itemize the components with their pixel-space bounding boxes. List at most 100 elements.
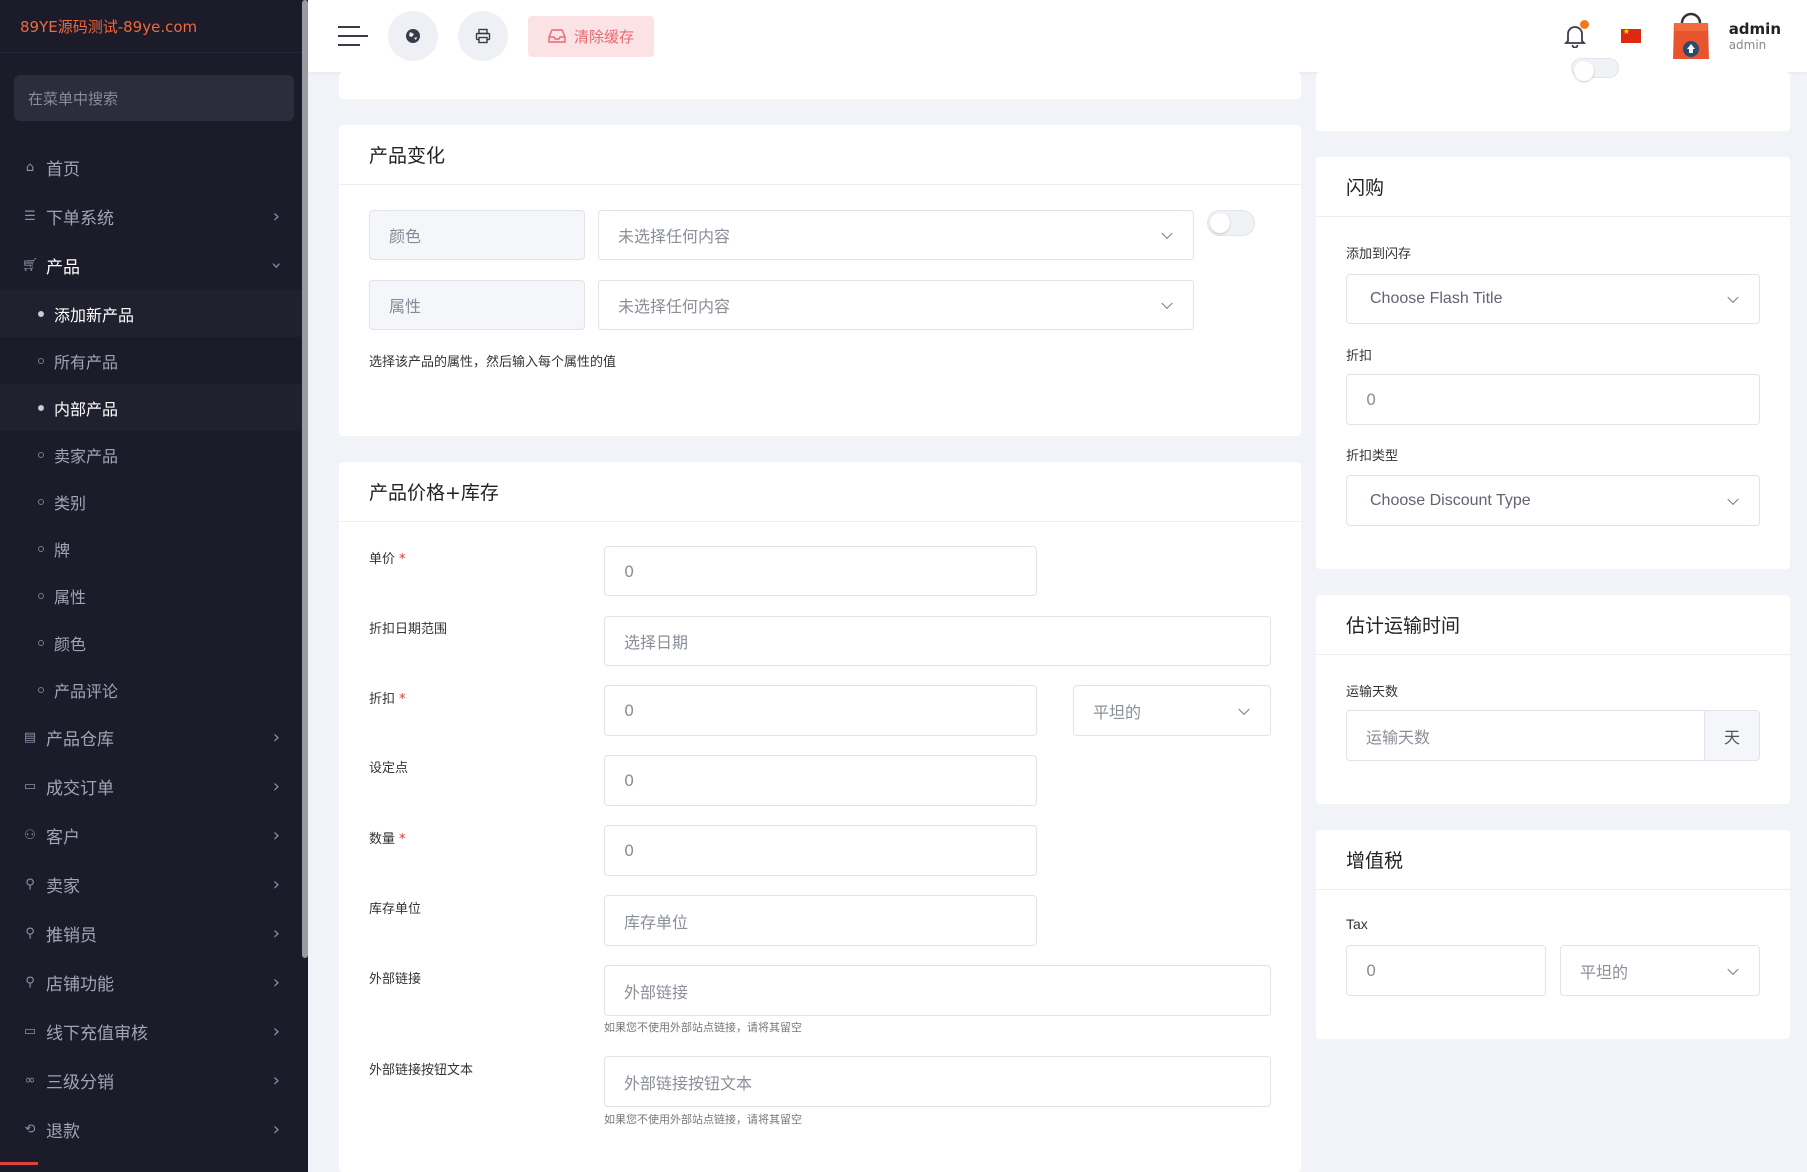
link-icon: ∞ bbox=[24, 1073, 36, 1088]
sidebar-item-label: 退款 bbox=[46, 1122, 80, 1142]
sidebar-subitem-brands[interactable]: 牌 bbox=[0, 525, 308, 572]
tax-input[interactable]: 0 bbox=[1346, 945, 1546, 996]
menu-search-input[interactable]: 在菜单中搜索 bbox=[14, 75, 294, 121]
bullet-icon bbox=[38, 451, 44, 458]
chevron-down-icon bbox=[1727, 963, 1739, 975]
unit-price-input[interactable]: 0 bbox=[604, 546, 1037, 596]
sidebar-item-shop-features[interactable]: ⚲ 店铺功能 › bbox=[0, 958, 308, 1007]
cart-icon: 🛒︎ bbox=[21, 258, 39, 273]
refund-icon: ⟲ bbox=[24, 1122, 36, 1137]
add-to-flash-label: 添加到闪存 bbox=[1346, 247, 1412, 262]
clear-cache-button[interactable]: 清除缓存 bbox=[528, 15, 655, 57]
sidebar-subitem-categories[interactable]: 类别 bbox=[0, 478, 308, 525]
corner-marker bbox=[0, 1162, 38, 1172]
external-link-help: 如果您不使用外部站点链接，请将其留空 bbox=[604, 1021, 802, 1034]
chevron-right-icon: › bbox=[272, 206, 280, 227]
bullet-icon bbox=[38, 404, 44, 411]
sidebar-item-label: 首页 bbox=[46, 160, 80, 180]
external-button-text-input[interactable]: 外部链接按钮文本 bbox=[604, 1056, 1271, 1107]
flash-title-placeholder: Choose Flash Title bbox=[1370, 290, 1503, 307]
chevron-right-icon: › bbox=[272, 825, 280, 846]
color-toggle[interactable] bbox=[1207, 210, 1255, 236]
color-select[interactable]: 未选择任何内容 bbox=[598, 210, 1194, 260]
menu-toggle-icon[interactable] bbox=[338, 26, 368, 46]
flash-discount-input[interactable]: 0 bbox=[1346, 374, 1760, 425]
external-link-input[interactable]: 外部链接 bbox=[604, 965, 1271, 1016]
sidebar-item-refunds[interactable]: ⟲ 退款 › bbox=[0, 1105, 308, 1154]
external-button-text-help: 如果您不使用外部站点链接，请将其留空 bbox=[604, 1113, 802, 1126]
user-icon: ⚲ bbox=[25, 926, 35, 941]
sku-input[interactable]: 库存单位 bbox=[604, 895, 1037, 946]
discount-type-select[interactable]: 平坦的 bbox=[1073, 685, 1271, 736]
bell-icon[interactable] bbox=[1561, 20, 1589, 50]
color-select-placeholder: 未选择任何内容 bbox=[618, 227, 731, 246]
setpoint-input[interactable]: 0 bbox=[604, 755, 1037, 806]
brand-logo[interactable]: 89YE源码测试-89ye.com bbox=[0, 0, 308, 53]
bullet-icon bbox=[38, 639, 44, 646]
sidebar-item-offline-recharge[interactable]: ▭ 线下充值审核 › bbox=[0, 1007, 308, 1056]
sidebar-item-customers[interactable]: ⚇ 客户 › bbox=[0, 811, 308, 860]
avatar[interactable] bbox=[1671, 11, 1711, 61]
sidebar-item-salesmen[interactable]: ⚲ 推销员 › bbox=[0, 909, 308, 958]
sidebar-subitem-colors[interactable]: 颜色 bbox=[0, 619, 308, 666]
card-title: 增值税 bbox=[1316, 830, 1790, 890]
sidebar-subitem-add-product[interactable]: 添加新产品 bbox=[0, 290, 308, 337]
flash-title-select[interactable]: Choose Flash Title bbox=[1346, 274, 1760, 324]
sidebar-item-products[interactable]: 🛒︎ 产品 › bbox=[0, 241, 308, 290]
bullet-icon bbox=[38, 310, 44, 317]
flash-sale-card: 闪购 添加到闪存 Choose Flash Title 折扣 0 折扣类型 Ch… bbox=[1316, 157, 1790, 569]
shipping-days-input[interactable]: 运输天数 bbox=[1346, 710, 1705, 761]
sidebar-item-home[interactable]: ⌂ 首页 bbox=[0, 143, 308, 192]
sidebar-item-orders-system[interactable]: ☰ 下单系统 › bbox=[0, 192, 308, 241]
chevron-right-icon: › bbox=[272, 1119, 280, 1140]
external-button-text-label: 外部链接按钮文本 bbox=[369, 1063, 474, 1078]
sidebar-item-sellers[interactable]: ⚲ 卖家 › bbox=[0, 860, 308, 909]
attribute-select-placeholder: 未选择任何内容 bbox=[618, 297, 731, 316]
partial-toggle[interactable] bbox=[1571, 58, 1619, 81]
attribute-select[interactable]: 未选择任何内容 bbox=[598, 280, 1194, 330]
sidebar-subitem-all-products[interactable]: 所有产品 bbox=[0, 337, 308, 384]
tax-type-select[interactable]: 平坦的 bbox=[1560, 945, 1760, 996]
sidebar-subitem-reviews[interactable]: 产品评论 bbox=[0, 666, 308, 713]
printer-icon[interactable] bbox=[458, 11, 508, 61]
sidebar-item-label: 客户 bbox=[46, 828, 80, 848]
warehouse-icon: ▤ bbox=[23, 730, 37, 745]
discount-date-range-label: 折扣日期范围 bbox=[369, 622, 448, 637]
quantity-input[interactable]: 0 bbox=[604, 825, 1037, 876]
sidebar-item-label: 成交订单 bbox=[46, 779, 114, 799]
sidebar-subitem-inhouse-products[interactable]: 内部产品 bbox=[0, 384, 308, 431]
chevron-right-icon: › bbox=[272, 1070, 280, 1091]
chevron-right-icon: › bbox=[272, 874, 280, 895]
shipping-time-card: 估计运输时间 运输天数 运输天数 天 bbox=[1316, 595, 1790, 804]
sidebar-item-affiliate[interactable]: ∞ 三级分销 › bbox=[0, 1056, 308, 1105]
discount-date-range-input[interactable]: 选择日期 bbox=[604, 616, 1271, 666]
sidebar-subitem-attributes[interactable]: 属性 bbox=[0, 572, 308, 619]
discount-input[interactable]: 0 bbox=[604, 685, 1037, 736]
sidebar-scrollbar[interactable] bbox=[302, 0, 308, 958]
discount-type-value: 平坦的 bbox=[1093, 702, 1142, 722]
sidebar-subitem-label: 所有产品 bbox=[54, 352, 119, 372]
vat-card: 增值税 Tax 0 平坦的 bbox=[1316, 830, 1790, 1039]
clear-cache-label: 清除缓存 bbox=[574, 27, 635, 46]
external-link-label: 外部链接 bbox=[369, 972, 422, 987]
user-info[interactable]: admin admin bbox=[1729, 20, 1781, 52]
sku-label: 库存单位 bbox=[369, 902, 422, 917]
card-title: 闪购 bbox=[1316, 157, 1790, 217]
chevron-right-icon: › bbox=[272, 727, 280, 748]
sidebar-subitem-label: 牌 bbox=[54, 540, 71, 560]
previous-card-fragment bbox=[339, 72, 1301, 99]
user-name: admin bbox=[1728, 19, 1781, 38]
sidebar-subitem-seller-products[interactable]: 卖家产品 bbox=[0, 431, 308, 478]
variation-help-text: 选择该产品的属性，然后输入每个属性的值 bbox=[369, 355, 617, 370]
sidebar-item-label: 推销员 bbox=[46, 926, 97, 946]
shipping-days-unit: 天 bbox=[1704, 710, 1760, 761]
globe-icon[interactable] bbox=[388, 11, 438, 61]
sidebar-subitem-label: 添加新产品 bbox=[54, 305, 135, 325]
china-flag-icon[interactable] bbox=[1620, 27, 1641, 43]
product-variation-card: 产品变化 颜色 未选择任何内容 属性 未选择任何内容 选择该产品的属性，然后输入… bbox=[339, 125, 1301, 436]
color-label-field: 颜色 bbox=[369, 210, 585, 260]
sidebar-item-label: 下单系统 bbox=[46, 209, 114, 229]
sidebar-item-warehouse[interactable]: ▤ 产品仓库 › bbox=[0, 713, 308, 762]
sidebar-item-sales-orders[interactable]: ▭ 成交订单 › bbox=[0, 762, 308, 811]
flash-discount-type-select[interactable]: Choose Discount Type bbox=[1346, 475, 1760, 526]
